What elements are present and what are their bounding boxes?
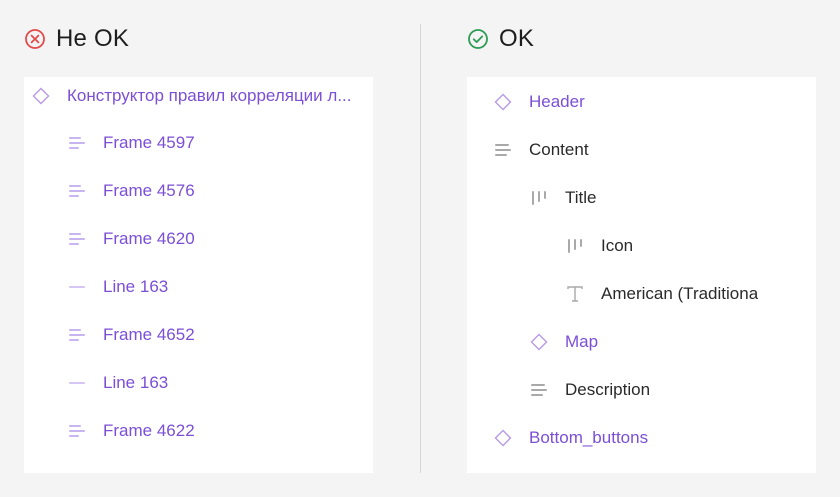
line-icon: [67, 277, 87, 297]
layer-row[interactable]: Frame 4622: [24, 407, 373, 455]
line-icon: [67, 469, 87, 473]
layer-label: Frame 4576: [103, 181, 195, 200]
component-diamond-icon: [493, 428, 513, 448]
layer-label: Description: [565, 380, 651, 399]
layer-label: Line 163: [103, 373, 169, 392]
layer-row[interactable]: Header: [467, 78, 816, 126]
good-example-header: OK: [467, 24, 534, 54]
layer-row[interactable]: Frame 4620: [24, 215, 373, 263]
layer-label: American (Traditiona: [601, 284, 759, 303]
layer-label: Bottom_buttons: [529, 428, 649, 447]
layer-row[interactable]: Title: [467, 174, 816, 222]
layer-label: Map: [565, 332, 599, 351]
layer-row[interactable]: American (Traditiona: [467, 270, 816, 318]
layer-label: Line 163: [103, 277, 169, 296]
auto-layout-horizontal-icon: [67, 421, 87, 441]
layer-label: Icon: [601, 236, 634, 255]
layer-row[interactable]: Icon: [467, 222, 816, 270]
auto-layout-vertical-icon: [565, 236, 585, 256]
bad-layers-panel: Конструктор правил корреляции л... Frame…: [24, 77, 373, 473]
auto-layout-horizontal-icon: [67, 325, 87, 345]
layer-row[interactable]: Content: [467, 126, 816, 174]
auto-layout-horizontal-icon: [67, 181, 87, 201]
layer-label: Header: [529, 92, 585, 111]
component-diamond-icon: [31, 86, 51, 106]
error-circle-x-icon: [25, 29, 45, 49]
layer-label: Frame 4597: [103, 133, 195, 152]
layer-row-partial: [24, 455, 373, 473]
line-icon: [67, 373, 87, 393]
layer-row[interactable]: Description: [467, 366, 816, 414]
success-circle-check-icon: [468, 29, 488, 49]
layer-row[interactable]: Map: [467, 318, 816, 366]
layer-label: Frame 4620: [103, 229, 195, 248]
auto-layout-horizontal-icon: [493, 140, 513, 160]
layer-label: Title: [565, 188, 597, 207]
layer-label: Конструктор правил корреляции л...: [67, 86, 352, 105]
good-example-title: OK: [499, 25, 535, 52]
layer-row[interactable]: Frame 4597: [24, 119, 373, 167]
bad-example-title: Не OK: [56, 25, 130, 52]
component-diamond-icon: [493, 92, 513, 112]
layer-row[interactable]: Конструктор правил корреляции л...: [24, 77, 373, 120]
layer-label: Frame 4652: [103, 325, 195, 344]
auto-layout-horizontal-icon: [67, 229, 87, 249]
bad-example-header: Не OK: [24, 24, 129, 54]
column-divider: [420, 24, 421, 473]
layer-row[interactable]: Frame 4652: [24, 311, 373, 359]
layer-label: Frame 4622: [103, 421, 195, 440]
auto-layout-horizontal-icon: [529, 380, 549, 400]
auto-layout-vertical-icon: [529, 188, 549, 208]
layer-row[interactable]: Line 163: [24, 359, 373, 407]
good-layers-panel: Header Content Title Icon American (Trad…: [467, 77, 816, 473]
text-icon: [565, 284, 585, 304]
layer-row[interactable]: Bottom_buttons: [467, 414, 816, 462]
auto-layout-horizontal-icon: [67, 133, 87, 153]
layer-row[interactable]: Line 163: [24, 263, 373, 311]
layer-row[interactable]: Frame 4576: [24, 167, 373, 215]
component-diamond-icon: [529, 332, 549, 352]
layer-label: Content: [529, 140, 589, 159]
